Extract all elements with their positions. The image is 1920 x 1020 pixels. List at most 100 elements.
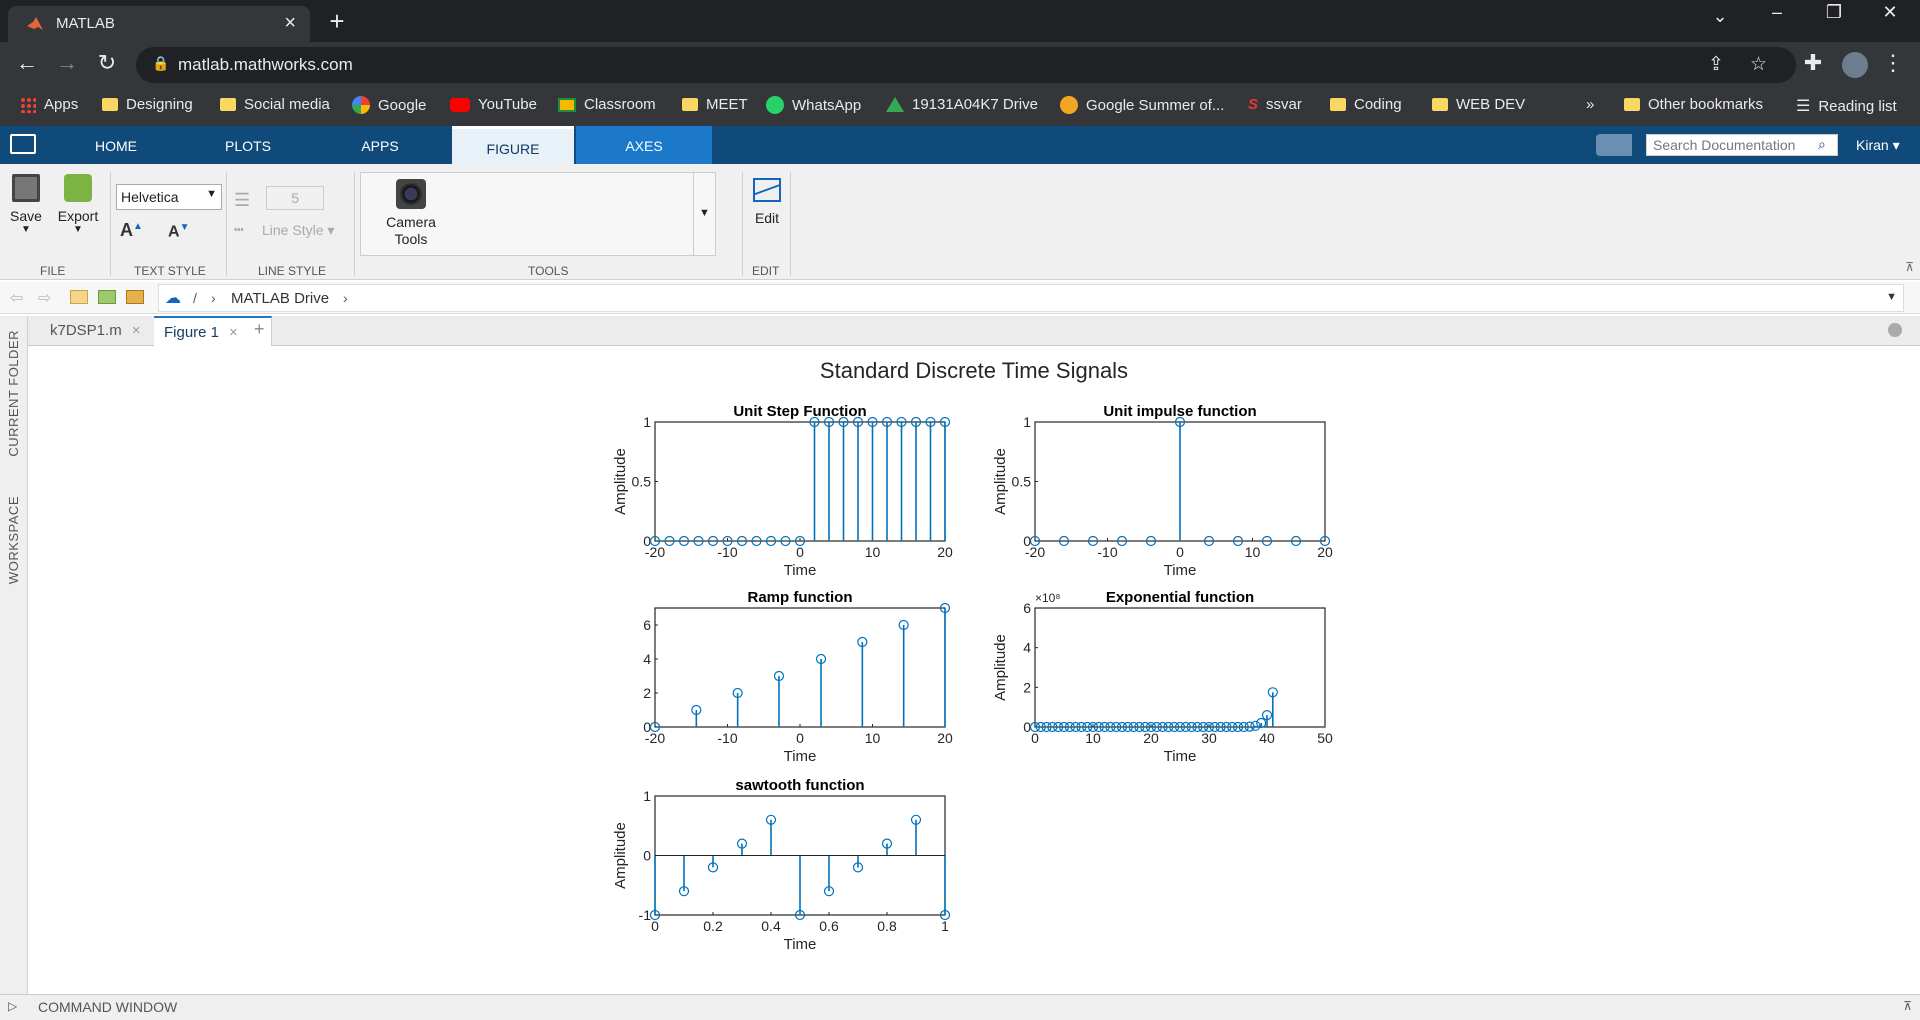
close-tab-icon[interactable]: × bbox=[284, 12, 296, 35]
figure-svg: Standard Discrete Time Signals -20 -10 0 10… bbox=[612, 358, 1333, 953]
x-axis-label: Time bbox=[784, 936, 817, 953]
axes-2: -20 -10 0 10 2000.51Unit impulse functionTim… bbox=[992, 403, 1333, 579]
reading-list-icon: ☰ bbox=[1796, 98, 1811, 115]
reading-list[interactable]: ☰ Reading list bbox=[1796, 96, 1897, 116]
path-root[interactable]: / bbox=[193, 290, 197, 306]
x-tick-label: 40 bbox=[1259, 730, 1275, 746]
apps-grid-icon bbox=[20, 96, 36, 113]
bookmark-designing[interactable]: Designing bbox=[102, 96, 193, 113]
tab-search-icon[interactable]: ⌄ bbox=[1700, 6, 1740, 27]
bookmarks-bar: Apps Designing Social media Google YouTu… bbox=[0, 88, 1920, 126]
reload-icon[interactable]: ↻ bbox=[92, 50, 122, 76]
add-tab-icon[interactable]: + bbox=[254, 319, 265, 340]
tab-home[interactable]: HOME bbox=[56, 126, 176, 164]
camera-icon bbox=[396, 179, 426, 209]
tab-options-icon[interactable] bbox=[1888, 323, 1902, 337]
bookmark-coding[interactable]: Coding bbox=[1330, 96, 1402, 113]
document-tabs: k7DSP1.m × Figure 1 × + bbox=[28, 316, 1920, 346]
chevron-right-icon: › bbox=[343, 290, 348, 306]
bookmark-social-media[interactable]: Social media bbox=[220, 96, 330, 113]
user-menu[interactable]: Kiran ▾ bbox=[1856, 137, 1900, 154]
sun-icon bbox=[1060, 96, 1078, 114]
restore-icon[interactable]: ❐ bbox=[1814, 2, 1854, 23]
current-folder-panel[interactable]: CURRENT FOLDER bbox=[6, 330, 21, 457]
increase-font-icon[interactable]: A▲ bbox=[120, 220, 143, 241]
browser-tab[interactable]: MATLAB × bbox=[8, 6, 310, 42]
x-tick-label: 0 bbox=[651, 918, 659, 934]
bookmark-google[interactable]: Google bbox=[352, 96, 426, 114]
bookmark-youtube[interactable]: YouTube bbox=[450, 96, 537, 113]
tab-figure[interactable]: FIGURE bbox=[452, 126, 574, 164]
tab-plots[interactable]: PLOTS bbox=[188, 126, 308, 164]
cloud-icon: ☁ bbox=[165, 290, 181, 307]
x-tick-label: 10 bbox=[865, 730, 881, 746]
quick-access-icon[interactable] bbox=[1596, 134, 1632, 156]
edit-plot-button[interactable]: Edit bbox=[746, 178, 788, 226]
classroom-icon bbox=[558, 97, 576, 112]
workspace-panel[interactable]: WORKSPACE bbox=[6, 496, 21, 584]
decrease-font-icon[interactable]: A▼ bbox=[168, 222, 189, 241]
export-button[interactable]: Export ▼ bbox=[54, 174, 102, 235]
close-window-icon[interactable]: ✕ bbox=[1870, 2, 1910, 23]
font-dropdown[interactable]: Helvetica ▼ bbox=[116, 184, 222, 210]
bookmark-apps[interactable]: Apps bbox=[20, 96, 78, 113]
camera-tools-button[interactable]: Camera Tools bbox=[381, 179, 441, 247]
gallery-expand-icon[interactable]: ▼ bbox=[693, 173, 715, 255]
bookmark-web-dev[interactable]: WEB DEV bbox=[1432, 96, 1525, 113]
x-tick-label: -10 bbox=[1097, 544, 1117, 560]
folder-path[interactable]: ☁ / › MATLAB Drive › ▼ bbox=[158, 284, 1904, 312]
x-tick-label: 0 bbox=[796, 730, 804, 746]
bookmark-drive[interactable]: 19131A04K7 Drive bbox=[886, 96, 1038, 113]
back-icon[interactable]: ← bbox=[12, 50, 42, 76]
x-tick-label: 0.6 bbox=[819, 918, 839, 934]
axes-3: -20 -10 0 10 200246Ramp functionTime bbox=[643, 589, 953, 765]
browse-folder-icon[interactable] bbox=[126, 290, 144, 304]
collapse-ribbon-icon[interactable]: ⊼ bbox=[1905, 260, 1914, 274]
forward-icon[interactable]: → bbox=[52, 50, 82, 76]
share-icon[interactable]: ⇪ bbox=[1708, 53, 1724, 76]
search-icon[interactable]: ⌕ bbox=[1818, 136, 1826, 153]
extensions-icon[interactable]: ✚ bbox=[1798, 50, 1828, 76]
path-folder[interactable]: MATLAB Drive bbox=[231, 290, 329, 307]
bookmarks-overflow[interactable]: » bbox=[1586, 96, 1594, 113]
close-icon[interactable]: × bbox=[229, 324, 238, 341]
profile-avatar[interactable] bbox=[1842, 52, 1868, 78]
tab-apps[interactable]: APPS bbox=[320, 126, 440, 164]
back-folder-icon[interactable]: ⇦ bbox=[10, 288, 23, 308]
bookmark-whatsapp[interactable]: WhatsApp bbox=[766, 96, 861, 114]
expand-icon[interactable]: ▷ bbox=[8, 999, 17, 1013]
bookmark-ssvar[interactable]: Sssvar bbox=[1248, 96, 1302, 113]
other-bookmarks[interactable]: Other bookmarks bbox=[1624, 96, 1763, 113]
search-documentation-input[interactable]: Search Documentation bbox=[1646, 134, 1838, 156]
bookmark-meet[interactable]: MEET bbox=[682, 96, 748, 113]
x-tick-label: 20 bbox=[1143, 730, 1159, 746]
figure-title: Standard Discrete Time Signals bbox=[820, 358, 1128, 383]
tab-axes[interactable]: AXES bbox=[576, 126, 712, 164]
save-button[interactable]: Save ▼ bbox=[6, 174, 46, 235]
line-style-dropdown[interactable]: Line Style ▾ bbox=[262, 222, 334, 239]
y-tick-label: 2 bbox=[1023, 679, 1031, 695]
x-tick-label: 30 bbox=[1201, 730, 1217, 746]
forward-folder-icon[interactable]: ⇨ bbox=[38, 288, 51, 308]
tab-k7dsp1[interactable]: k7DSP1.m × bbox=[40, 316, 164, 346]
bookmark-classroom[interactable]: Classroom bbox=[558, 96, 656, 113]
new-tab-icon[interactable]: + bbox=[322, 6, 352, 37]
y-axis-label: Amplitude bbox=[992, 448, 1009, 515]
x-tick-label: 0 bbox=[1031, 730, 1039, 746]
up-folder-icon[interactable] bbox=[70, 290, 88, 304]
address-bar[interactable]: 🔒 matlab.mathworks.com ⇪ ☆ bbox=[136, 47, 1796, 83]
y-tick-label: 4 bbox=[1023, 640, 1031, 656]
close-icon[interactable]: × bbox=[132, 322, 141, 339]
menu-icon[interactable]: ⋮ bbox=[1878, 50, 1908, 76]
collapse-icon[interactable]: ⊼ bbox=[1903, 999, 1912, 1013]
line-width-spinner[interactable]: 5 bbox=[266, 186, 324, 210]
matlab-desktop-icon[interactable] bbox=[10, 134, 36, 154]
axes-1: -20 -10 0 10 2000.51Unit Step FunctionTimeAm… bbox=[612, 403, 953, 579]
bookmark-gsoc[interactable]: Google Summer of... bbox=[1060, 96, 1224, 114]
minimize-icon[interactable]: – bbox=[1757, 2, 1797, 23]
command-window-bar[interactable]: ▷ COMMAND WINDOW ⊼ bbox=[0, 994, 1920, 1020]
section-edit-label: EDIT bbox=[752, 264, 780, 278]
new-folder-icon[interactable] bbox=[98, 290, 116, 304]
bookmark-star-icon[interactable]: ☆ bbox=[1750, 53, 1767, 76]
path-dropdown-icon[interactable]: ▼ bbox=[1886, 291, 1897, 303]
